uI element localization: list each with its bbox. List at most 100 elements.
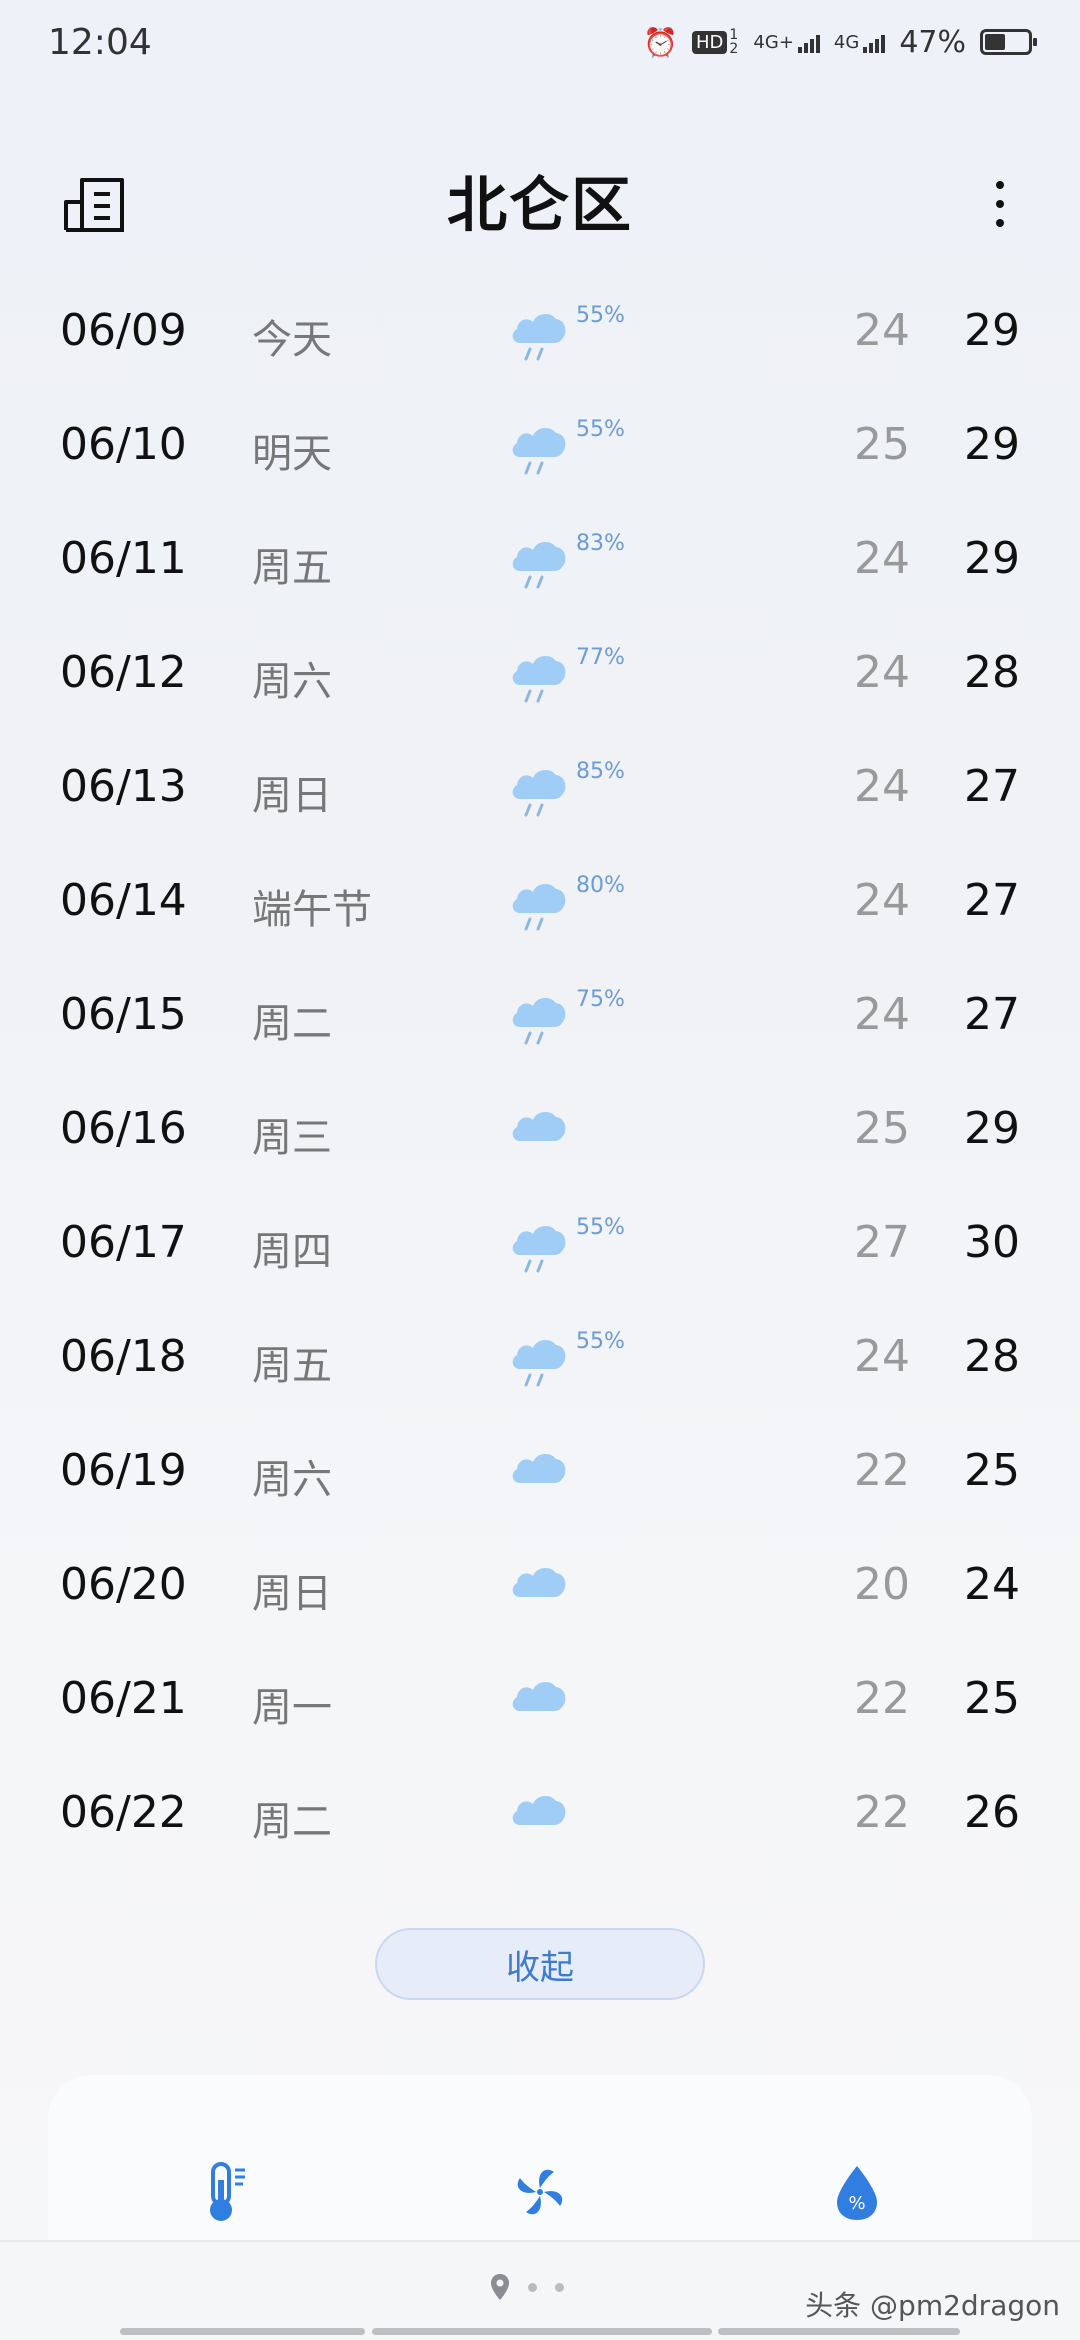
page-dot — [528, 2282, 537, 2292]
cloud-icon — [510, 1107, 568, 1169]
temp-low: 24 — [854, 989, 910, 1040]
collapse-button[interactable]: 收起 — [375, 1928, 705, 2000]
precip-probability: 77% — [576, 645, 625, 670]
forecast-row[interactable]: 06/22 周二 22 26 — [0, 1765, 1080, 1879]
forecast-date: 06/22 — [60, 1787, 187, 1838]
forecast-day: 周二 — [252, 1001, 332, 1047]
forecast-day: 周三 — [252, 1115, 332, 1161]
temp-high: 24 — [964, 1559, 1020, 1610]
temp-high: 30 — [964, 1217, 1020, 1268]
gesture-bar — [0, 2328, 1080, 2336]
more-dot-icon — [996, 219, 1004, 227]
hd-badge: HD 1 2 — [692, 28, 739, 56]
forecast-row[interactable]: 06/12 周六 77% 24 28 — [0, 625, 1080, 739]
alarm-icon: ⏰ — [643, 25, 679, 59]
precip-probability: 55% — [576, 1329, 625, 1354]
status-bar: 12:04 ⏰ HD 1 2 4G+ 4G 47% — [0, 0, 1080, 84]
forecast-date: 06/12 — [60, 647, 187, 698]
page-title: 北仑区 — [447, 170, 633, 241]
humidity-symbol: % — [848, 2193, 865, 2214]
precip-probability: 75% — [576, 987, 625, 1012]
precip-probability: 55% — [576, 1215, 625, 1240]
battery-icon — [980, 29, 1037, 55]
forecast-day: 今天 — [252, 317, 332, 363]
signal-4g-plus: 4G+ — [753, 31, 820, 53]
forecast-row[interactable]: 06/13 周日 85% 24 27 — [0, 739, 1080, 853]
forecast-list: 06/09 今天 55% 24 29 06/10 明天 55% 25 29 06… — [0, 283, 1080, 1879]
more-dot-icon — [996, 200, 1004, 208]
forecast-date: 06/18 — [60, 1331, 187, 1382]
rain-cloud-icon — [510, 423, 568, 485]
rain-cloud-icon — [510, 309, 568, 371]
temp-high: 25 — [964, 1445, 1020, 1496]
rain-cloud-icon — [510, 537, 568, 599]
battery-fill — [985, 34, 1005, 50]
hd-sub: 1 2 — [729, 27, 739, 57]
temp-high: 27 — [964, 761, 1020, 812]
forecast-date: 06/19 — [60, 1445, 187, 1496]
forecast-day: 周日 — [252, 773, 332, 819]
temp-low: 24 — [854, 875, 910, 926]
forecast-date: 06/13 — [60, 761, 187, 812]
watermark: 头条 @pm2dragon — [805, 2289, 1060, 2322]
rain-cloud-icon — [510, 651, 568, 713]
forecast-day: 明天 — [252, 431, 332, 477]
rain-cloud-icon — [510, 1335, 568, 1397]
more-options-button[interactable] — [964, 168, 1036, 240]
precip-probability: 80% — [576, 873, 625, 898]
forecast-row[interactable]: 06/16 周三 25 29 — [0, 1081, 1080, 1195]
net2-label: 4G — [833, 31, 860, 53]
cloud-icon — [510, 1449, 568, 1511]
forecast-date: 06/10 — [60, 419, 187, 470]
forecast-date: 06/16 — [60, 1103, 187, 1154]
fan-icon[interactable] — [510, 2160, 570, 2224]
temp-low: 22 — [854, 1787, 910, 1838]
forecast-day: 周一 — [252, 1685, 332, 1731]
rain-cloud-icon — [510, 765, 568, 827]
forecast-row[interactable]: 06/11 周五 83% 24 29 — [0, 511, 1080, 625]
humidity-drop-icon[interactable]: % — [827, 2160, 887, 2224]
forecast-date: 06/20 — [60, 1559, 187, 1610]
temp-low: 24 — [854, 305, 910, 356]
thermometer-icon[interactable] — [195, 2160, 255, 2224]
more-dot-icon — [996, 181, 1004, 189]
temp-low: 25 — [854, 419, 910, 470]
forecast-day: 周五 — [252, 1343, 332, 1389]
temp-low: 22 — [854, 1445, 910, 1496]
net1-label: 4G+ — [753, 31, 794, 53]
temp-high: 28 — [964, 647, 1020, 698]
signal-4g: 4G — [833, 31, 886, 53]
forecast-day: 周五 — [252, 545, 332, 591]
forecast-date: 06/14 — [60, 875, 187, 926]
temp-high: 29 — [964, 419, 1020, 470]
city-manage-button[interactable] — [60, 168, 132, 240]
forecast-row[interactable]: 06/10 明天 55% 25 29 — [0, 397, 1080, 511]
hd-label: HD — [692, 30, 728, 54]
forecast-row[interactable]: 06/17 周四 55% 27 30 — [0, 1195, 1080, 1309]
forecast-row[interactable]: 06/20 周日 20 24 — [0, 1537, 1080, 1651]
precip-probability: 83% — [576, 531, 625, 556]
signal-bars-icon — [797, 34, 820, 53]
forecast-row[interactable]: 06/15 周二 75% 24 27 — [0, 967, 1080, 1081]
forecast-date: 06/09 — [60, 305, 187, 356]
forecast-row[interactable]: 06/09 今天 55% 24 29 — [0, 283, 1080, 397]
page-dot — [555, 2282, 564, 2292]
header: 北仑区 — [0, 150, 1080, 250]
status-time: 12:04 — [48, 21, 152, 63]
forecast-row[interactable]: 06/14 端午节 80% 24 27 — [0, 853, 1080, 967]
rain-cloud-icon — [510, 879, 568, 941]
status-icons: ⏰ HD 1 2 4G+ 4G 47% — [643, 25, 1037, 60]
forecast-row[interactable]: 06/19 周六 22 25 — [0, 1423, 1080, 1537]
temp-high: 27 — [964, 875, 1020, 926]
temp-high: 29 — [964, 533, 1020, 584]
forecast-day: 周六 — [252, 1457, 332, 1503]
signal-bars-icon — [863, 34, 886, 53]
forecast-day: 周二 — [252, 1799, 332, 1845]
temp-high: 29 — [964, 305, 1020, 356]
temp-low: 24 — [854, 647, 910, 698]
cloud-icon — [510, 1677, 568, 1739]
forecast-row[interactable]: 06/18 周五 55% 24 28 — [0, 1309, 1080, 1423]
forecast-row[interactable]: 06/21 周一 22 25 — [0, 1651, 1080, 1765]
temp-low: 27 — [854, 1217, 910, 1268]
forecast-day: 周日 — [252, 1571, 332, 1617]
